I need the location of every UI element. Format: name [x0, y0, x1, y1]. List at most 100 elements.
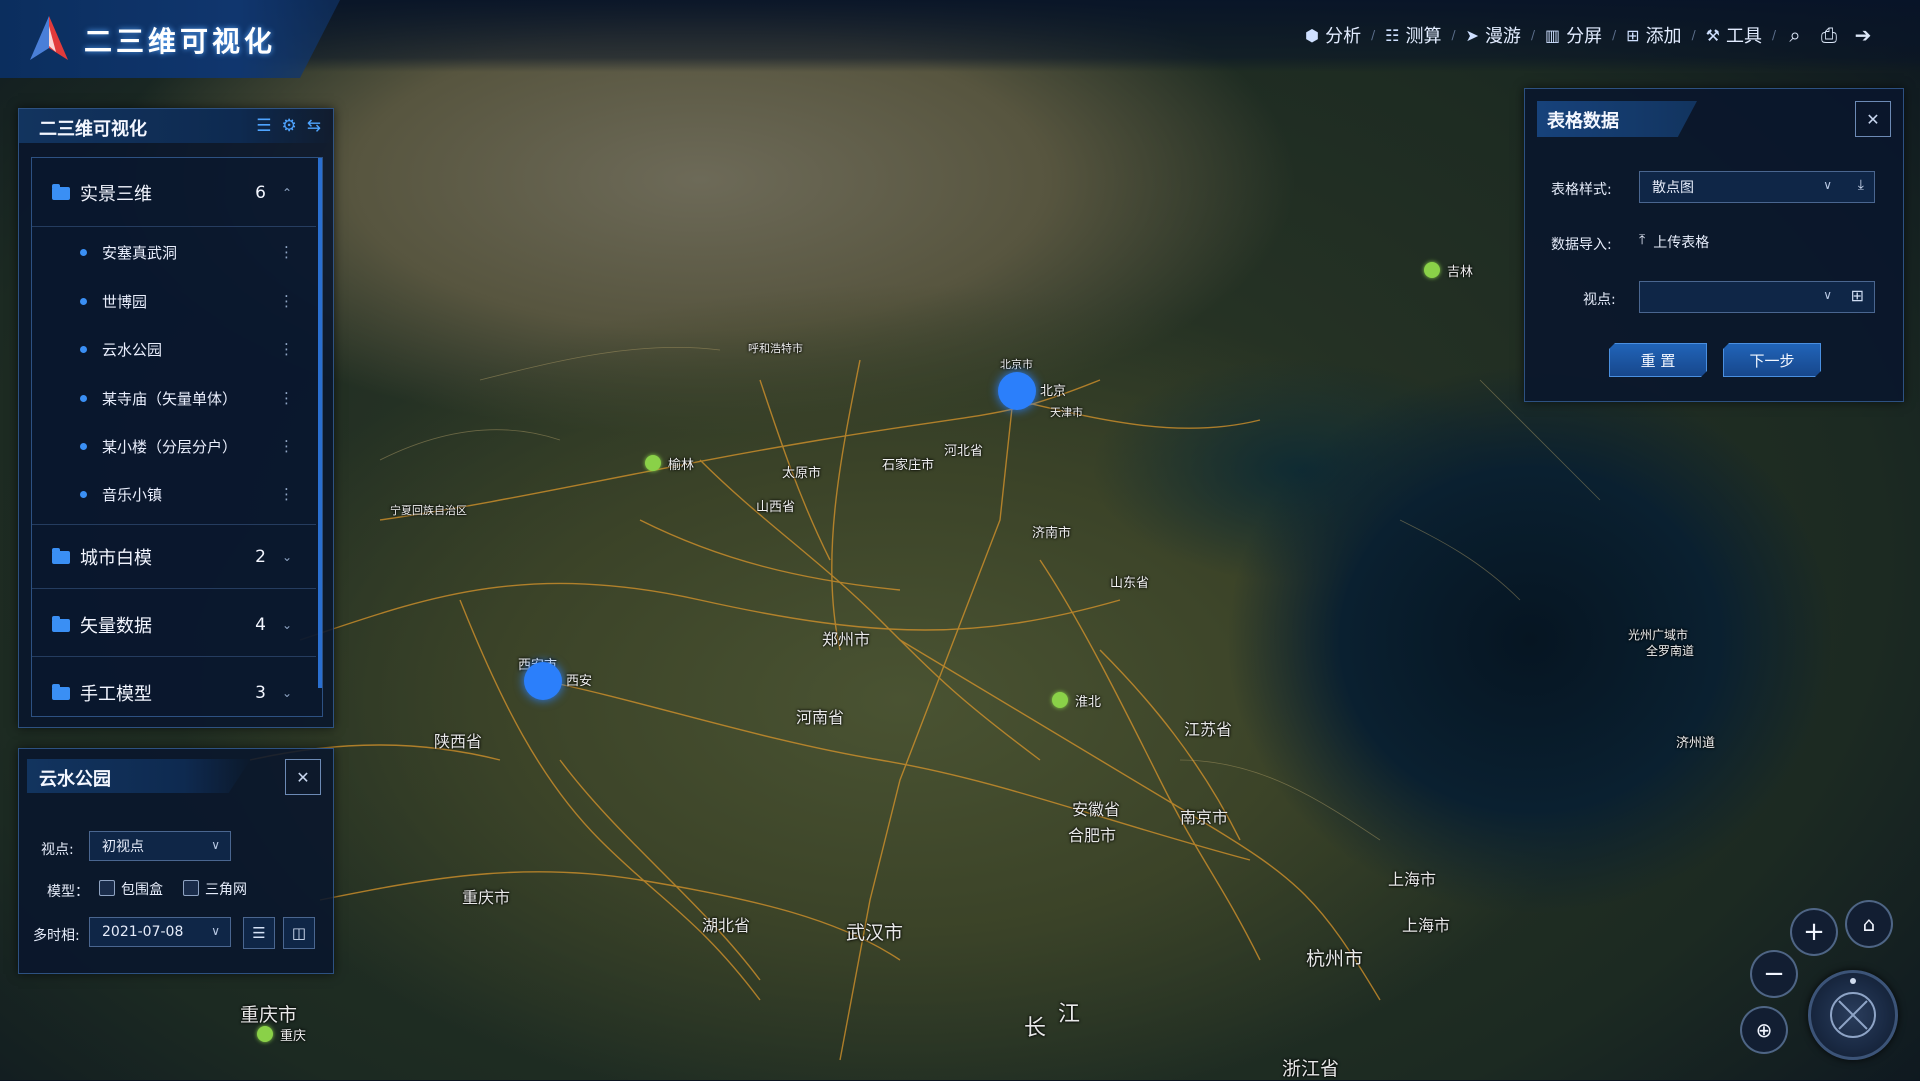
place-label: 浙江省: [1282, 1058, 1340, 1080]
app-logo-icon: [30, 16, 68, 60]
boundingbox-checkbox[interactable]: [99, 880, 115, 896]
place-label: 光州广域市: [1628, 628, 1689, 642]
map-marker-huaibei[interactable]: [1052, 692, 1068, 708]
list-order-button[interactable]: ☰: [243, 917, 275, 949]
collapse-list-icon[interactable]: ☰: [256, 116, 271, 136]
tree-header-tools: ☰ ⚙ ⇆: [256, 116, 321, 136]
map-marker-yulin[interactable]: [645, 455, 661, 471]
measure-icon: ☷: [1385, 25, 1400, 45]
print-icon[interactable]: ⎙: [1812, 23, 1846, 47]
panel-title: 二三维可视化: [39, 119, 147, 140]
compare-button[interactable]: ◫: [283, 917, 315, 949]
marker-label: 榆林: [668, 458, 695, 473]
layer-tree-panel: 二三维可视化 ☰ ⚙ ⇆ 实景三维 6 ⌃ 安塞真武洞 ⋮ 世博园 ⋮ 云水公园: [18, 108, 334, 728]
more-vertical-icon[interactable]: ⋮: [279, 389, 294, 407]
zoom-out-button[interactable]: −: [1750, 950, 1798, 998]
menu-measure[interactable]: ☷ 测算: [1377, 22, 1449, 48]
viewpoint-select[interactable]: 初视点 ∨: [89, 831, 231, 861]
mesh-checkbox[interactable]: [183, 880, 199, 896]
import-label: 数据导入:: [1551, 237, 1612, 253]
chevron-down-icon[interactable]: ⌄: [282, 618, 292, 632]
map-marker-jilin[interactable]: [1424, 262, 1440, 278]
tree-item[interactable]: 云水公园 ⋮: [32, 329, 316, 369]
download-icon[interactable]: ⤓: [1858, 177, 1864, 193]
search-icon[interactable]: ⌕: [1778, 23, 1812, 47]
menu-add[interactable]: ⊞ 添加: [1618, 22, 1689, 48]
menu-separator: /: [1530, 28, 1535, 42]
place-label: 石家庄市: [882, 458, 935, 473]
more-vertical-icon[interactable]: ⋮: [279, 292, 294, 310]
marker-label: 北京: [1040, 384, 1067, 399]
home-button[interactable]: ⌂: [1845, 900, 1893, 948]
table-viewpoint-select[interactable]: ∨ ⊞: [1639, 281, 1875, 313]
reset-button[interactable]: 重 置: [1609, 343, 1707, 377]
close-button[interactable]: ✕: [1855, 101, 1891, 137]
swap-icon[interactable]: ⇆: [307, 116, 321, 136]
chevron-down-icon[interactable]: ⌄: [282, 550, 292, 564]
more-vertical-icon[interactable]: ⋮: [279, 485, 294, 503]
tree-group-realscene[interactable]: 实景三维 6 ⌃: [32, 170, 316, 216]
zoom-in-button[interactable]: +: [1790, 908, 1838, 956]
menu-roam[interactable]: ➤ 漫游: [1458, 22, 1529, 48]
menu-separator: /: [1771, 28, 1776, 42]
group-label: 实景三维: [80, 184, 152, 205]
place-label: 河北省: [944, 444, 984, 459]
tree-item[interactable]: 世博园 ⋮: [32, 281, 316, 321]
viewpoint-label: 视点:: [41, 842, 74, 858]
menu-analysis[interactable]: ⬢ 分析: [1297, 22, 1369, 48]
upload-table-button[interactable]: ⤒ 上传表格: [1639, 232, 1709, 252]
menu-separator: /: [1691, 28, 1696, 42]
place-label: 上海市: [1388, 870, 1437, 889]
plus-icon: +: [1803, 917, 1825, 947]
more-vertical-icon[interactable]: ⋮: [279, 243, 294, 261]
split-view-icon: ◫: [291, 924, 307, 942]
place-label: 重庆市: [462, 888, 511, 907]
table-data-panel: 表格数据 ✕ 表格样式: 散点图 ∨ ⤓ 数据导入: ⤒ 上传表格 视点: ∨ …: [1524, 88, 1904, 402]
viewpoint-label: 视点:: [1583, 292, 1616, 308]
item-label: 云水公园: [102, 340, 163, 359]
map-marker-xian[interactable]: [524, 662, 562, 700]
group-label: 城市白模: [80, 548, 152, 569]
close-button[interactable]: ✕: [285, 759, 321, 795]
globe-button[interactable]: ⊕: [1740, 1006, 1788, 1054]
compass-icon: [1830, 978, 1876, 1038]
add-viewpoint-icon[interactable]: ⊞: [1851, 286, 1864, 305]
next-step-button[interactable]: 下一步: [1723, 343, 1821, 377]
table-style-select[interactable]: 散点图 ∨ ⤓: [1639, 171, 1875, 203]
gear-icon[interactable]: ⚙: [282, 116, 297, 136]
tree-group-vector[interactable]: 矢量数据 4 ⌄: [32, 602, 316, 648]
more-vertical-icon[interactable]: ⋮: [279, 340, 294, 358]
split-screen-icon: ▥: [1544, 25, 1561, 45]
menu-split-screen[interactable]: ▥ 分屏: [1537, 22, 1610, 48]
item-label: 世博园: [102, 292, 148, 311]
checkbox-label: 包围盒: [121, 882, 163, 898]
chevron-up-icon[interactable]: ⌃: [282, 186, 292, 200]
divider: [32, 524, 316, 525]
menu-label: 漫游: [1484, 26, 1521, 47]
marker-label: 吉林: [1447, 265, 1474, 280]
tree-group-manual[interactable]: 手工模型 3 ⌄: [32, 670, 316, 716]
item-label: 音乐小镇: [102, 485, 163, 504]
top-bar: 二三维可视化 ⬢ 分析 / ☷ 测算 / ➤ 漫游 / ▥ 分屏 / ⊞ 添加 …: [0, 0, 1920, 78]
menu-tools[interactable]: ⚒ 工具: [1698, 22, 1770, 48]
globe-icon: ⊕: [1755, 1018, 1773, 1042]
tree-item[interactable]: 某小楼（分层分户） ⋮: [32, 426, 316, 466]
group-label: 手工模型: [80, 684, 152, 705]
tree-group-whitemodel[interactable]: 城市白模 2 ⌄: [32, 534, 316, 580]
tree-item[interactable]: 某寺庙（矢量单体） ⋮: [32, 378, 316, 418]
map-marker-chongqing[interactable]: [257, 1026, 273, 1042]
tree-item[interactable]: 音乐小镇 ⋮: [32, 474, 316, 514]
group-count: 6: [255, 183, 266, 203]
menu-label: 分屏: [1566, 26, 1603, 47]
timephase-select[interactable]: 2021-07-08 ∨: [89, 917, 231, 947]
compass-control[interactable]: [1808, 970, 1898, 1060]
logout-icon[interactable]: ➔: [1846, 23, 1880, 47]
select-value: 散点图: [1652, 180, 1694, 196]
scrollbar[interactable]: [318, 158, 322, 688]
more-vertical-icon[interactable]: ⋮: [279, 437, 294, 455]
map-marker-beijing[interactable]: [998, 372, 1036, 410]
place-label: 江苏省: [1184, 720, 1233, 739]
tree-item[interactable]: 安塞真武洞 ⋮: [32, 232, 316, 272]
bullet-icon: [80, 297, 87, 305]
chevron-down-icon[interactable]: ⌄: [282, 686, 292, 700]
